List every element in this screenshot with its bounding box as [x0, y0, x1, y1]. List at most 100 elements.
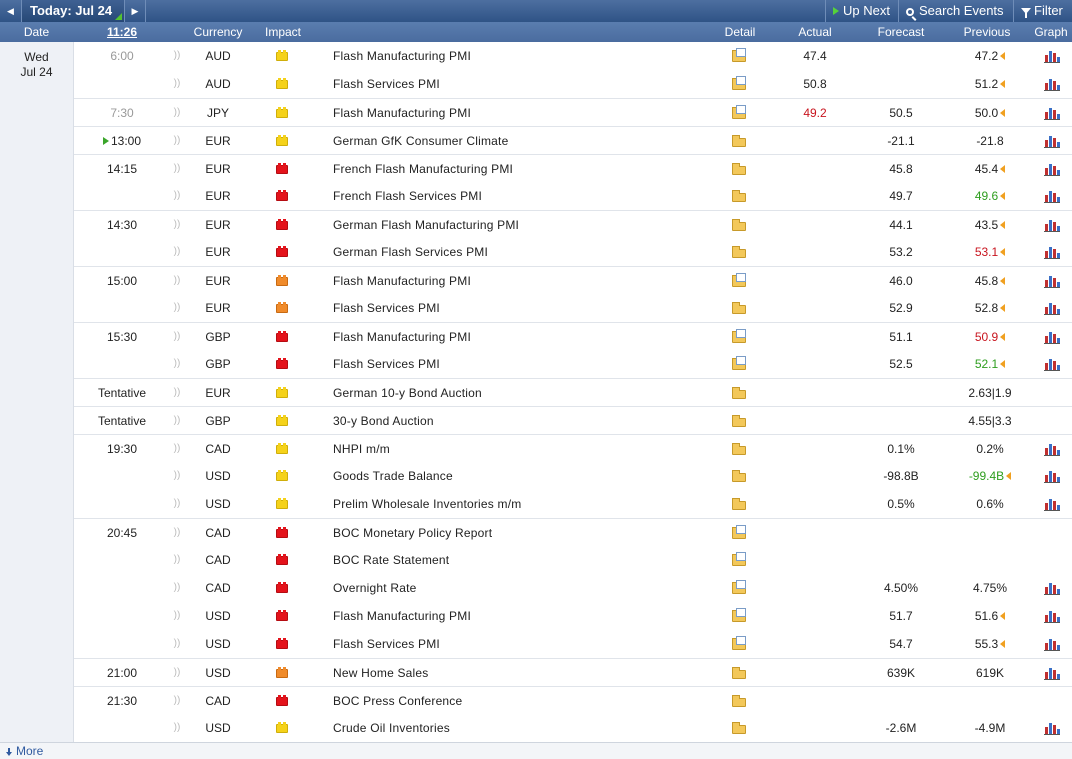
table-row[interactable]: 14:15)) EUR French Flash Manufacturing PMI…	[74, 154, 1072, 182]
table-row[interactable]: 15:30)) GBP Flash Manufacturing PMI 51.1 50.…	[74, 322, 1072, 350]
sound-alert-icon[interactable]: ))	[171, 323, 183, 351]
sound-alert-icon[interactable]: ))	[171, 294, 183, 322]
detail-button[interactable]	[730, 350, 748, 378]
graph-button[interactable]	[1042, 323, 1062, 351]
table-row[interactable]: )) USD Prelim Wholesale Inventories m/m 0.5…	[74, 490, 1072, 518]
table-row[interactable]: 6:00)) AUD Flash Manufacturing PMI 47.4 47.2	[74, 42, 1072, 70]
event-title[interactable]: Flash Manufacturing PMI	[333, 99, 713, 127]
detail-button[interactable]	[730, 602, 748, 630]
graph-button[interactable]	[1042, 182, 1062, 210]
detail-button[interactable]	[730, 211, 748, 239]
sound-alert-icon[interactable]: ))	[171, 714, 183, 742]
sound-alert-icon[interactable]: ))	[171, 659, 183, 687]
event-title[interactable]: Flash Services PMI	[333, 350, 713, 378]
event-title[interactable]: New Home Sales	[333, 659, 713, 687]
detail-button[interactable]	[730, 490, 748, 518]
event-title[interactable]: BOC Monetary Policy Report	[333, 519, 713, 547]
graph-button[interactable]	[1042, 155, 1062, 183]
table-row[interactable]: Tentative)) EUR German 10-y Bond Auction 2.…	[74, 378, 1072, 406]
detail-button[interactable]	[730, 574, 748, 602]
event-title[interactable]: Prelim Wholesale Inventories m/m	[333, 490, 713, 518]
table-row[interactable]: 15:00)) EUR Flash Manufacturing PMI 46.0 45.…	[74, 266, 1072, 294]
graph-button[interactable]	[1042, 267, 1062, 295]
event-title[interactable]: Flash Services PMI	[333, 70, 713, 98]
detail-button[interactable]	[730, 155, 748, 183]
sound-alert-icon[interactable]: ))	[171, 238, 183, 266]
table-row[interactable]: )) CAD Overnight Rate 4.50% 4.75%	[74, 574, 1072, 602]
detail-button[interactable]	[730, 462, 748, 490]
event-title[interactable]: French Flash Manufacturing PMI	[333, 155, 713, 183]
table-row[interactable]: 21:30)) CAD BOC Press Conference	[74, 686, 1072, 714]
table-row[interactable]: )) CAD BOC Rate Statement	[74, 546, 1072, 574]
event-title[interactable]: German 10-y Bond Auction	[333, 379, 713, 407]
today-button[interactable]: Today: Jul 24	[22, 0, 124, 22]
detail-button[interactable]	[730, 519, 748, 547]
sound-alert-icon[interactable]: ))	[171, 407, 183, 435]
graph-button[interactable]	[1042, 294, 1062, 322]
table-row[interactable]: 21:00)) USD New Home Sales 639K 619K	[74, 658, 1072, 686]
table-row[interactable]: )) EUR Flash Services PMI 52.9 52.8	[74, 294, 1072, 322]
table-row[interactable]: )) AUD Flash Services PMI 50.8 51.2	[74, 70, 1072, 98]
graph-button[interactable]	[1042, 574, 1062, 602]
table-row[interactable]: )) EUR French Flash Services PMI 49.7 49.6	[74, 182, 1072, 210]
sound-alert-icon[interactable]: ))	[171, 546, 183, 574]
graph-button[interactable]	[1042, 435, 1062, 463]
sound-alert-icon[interactable]: ))	[171, 574, 183, 602]
detail-button[interactable]	[730, 42, 748, 70]
detail-button[interactable]	[730, 267, 748, 295]
graph-button[interactable]	[1042, 70, 1062, 98]
sound-alert-icon[interactable]: ))	[171, 42, 183, 70]
event-title[interactable]: German Flash Manufacturing PMI	[333, 211, 713, 239]
table-row[interactable]: 13:00)) EUR German GfK Consumer Climate -21…	[74, 126, 1072, 154]
sound-alert-icon[interactable]: ))	[171, 127, 183, 155]
detail-button[interactable]	[730, 435, 748, 463]
detail-button[interactable]	[730, 294, 748, 322]
sound-alert-icon[interactable]: ))	[171, 182, 183, 210]
up-next-button[interactable]: Up Next	[825, 0, 897, 22]
current-time-link[interactable]: 11:26	[100, 22, 144, 42]
table-row[interactable]: 14:30)) EUR German Flash Manufacturing PMI…	[74, 210, 1072, 238]
detail-button[interactable]	[730, 659, 748, 687]
detail-button[interactable]	[730, 70, 748, 98]
event-title[interactable]: Flash Services PMI	[333, 294, 713, 322]
table-row[interactable]: )) USD Flash Manufacturing PMI 51.7 51.6	[74, 602, 1072, 630]
graph-button[interactable]	[1042, 630, 1062, 658]
sound-alert-icon[interactable]: ))	[171, 211, 183, 239]
table-row[interactable]: 19:30)) CAD NHPI m/m 0.1% 0.2%	[74, 434, 1072, 462]
sound-alert-icon[interactable]: ))	[171, 267, 183, 295]
event-title[interactable]: BOC Rate Statement	[333, 546, 713, 574]
sound-alert-icon[interactable]: ))	[171, 462, 183, 490]
graph-button[interactable]	[1042, 714, 1062, 742]
graph-button[interactable]	[1042, 127, 1062, 155]
next-day-button[interactable]: ▶	[124, 0, 146, 22]
event-title[interactable]: NHPI m/m	[333, 435, 713, 463]
sound-alert-icon[interactable]: ))	[171, 70, 183, 98]
event-title[interactable]: Flash Services PMI	[333, 630, 713, 658]
table-row[interactable]: )) GBP Flash Services PMI 52.5 52.1	[74, 350, 1072, 378]
graph-button[interactable]	[1042, 462, 1062, 490]
event-title[interactable]: French Flash Services PMI	[333, 182, 713, 210]
more-link[interactable]: More	[6, 743, 43, 759]
sound-alert-icon[interactable]: ))	[171, 490, 183, 518]
sound-alert-icon[interactable]: ))	[171, 435, 183, 463]
event-title[interactable]: BOC Press Conference	[333, 687, 713, 715]
detail-button[interactable]	[730, 407, 748, 435]
search-events-button[interactable]: Search Events	[898, 0, 1010, 22]
table-row[interactable]: 7:30)) JPY Flash Manufacturing PMI 49.2 50.5…	[74, 98, 1072, 126]
table-row[interactable]: )) USD Crude Oil Inventories -2.6M -4.9M	[74, 714, 1072, 742]
graph-button[interactable]	[1042, 490, 1062, 518]
event-title[interactable]: Flash Manufacturing PMI	[333, 42, 713, 70]
table-row[interactable]: )) USD Flash Services PMI 54.7 55.3	[74, 630, 1072, 658]
sound-alert-icon[interactable]: ))	[171, 519, 183, 547]
sound-alert-icon[interactable]: ))	[171, 602, 183, 630]
graph-button[interactable]	[1042, 602, 1062, 630]
detail-button[interactable]	[730, 182, 748, 210]
graph-button[interactable]	[1042, 659, 1062, 687]
detail-button[interactable]	[730, 323, 748, 351]
detail-button[interactable]	[730, 127, 748, 155]
event-title[interactable]: German Flash Services PMI	[333, 238, 713, 266]
detail-button[interactable]	[730, 687, 748, 715]
event-title[interactable]: 30-y Bond Auction	[333, 407, 713, 435]
event-title[interactable]: Flash Manufacturing PMI	[333, 323, 713, 351]
event-title[interactable]: German GfK Consumer Climate	[333, 127, 713, 155]
